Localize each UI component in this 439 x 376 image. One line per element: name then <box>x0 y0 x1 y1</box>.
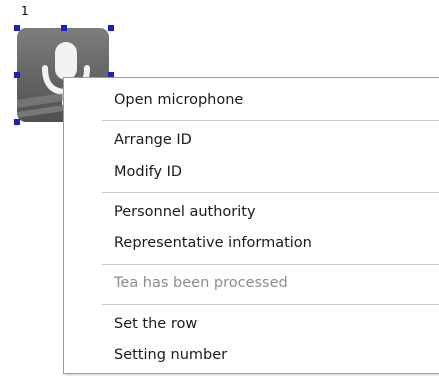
menu-separator <box>102 192 439 193</box>
selection-handle-top-middle[interactable] <box>61 25 67 31</box>
menu-item-arrange-id[interactable]: Arrange ID <box>114 130 192 150</box>
menu-item-tea-processed: Tea has been processed <box>114 275 288 291</box>
device-id-label: 1 <box>21 4 29 18</box>
menu-separator <box>102 304 439 305</box>
canvas: 1 Open microphone Arrange ID Modify ID P… <box>0 0 439 376</box>
menu-separator <box>102 264 439 265</box>
selection-handle-middle-left[interactable] <box>14 72 20 78</box>
menu-separator <box>102 120 439 121</box>
menu-item-setting-number[interactable]: Setting number <box>114 345 227 365</box>
menu-item-personnel-authority[interactable]: Personnel authority <box>114 202 256 222</box>
menu-item-set-the-row[interactable]: Set the row <box>114 314 197 334</box>
menu-item-representative-information[interactable]: Representative information <box>114 233 312 253</box>
selection-handle-top-left[interactable] <box>14 25 20 31</box>
selection-handle-bottom-left[interactable] <box>14 119 20 125</box>
menu-item-modify-id[interactable]: Modify ID <box>114 162 182 182</box>
selection-handle-top-right[interactable] <box>108 25 114 31</box>
menu-item-open-microphone[interactable]: Open microphone <box>114 90 243 110</box>
context-menu: Open microphone Arrange ID Modify ID Per… <box>63 77 439 374</box>
